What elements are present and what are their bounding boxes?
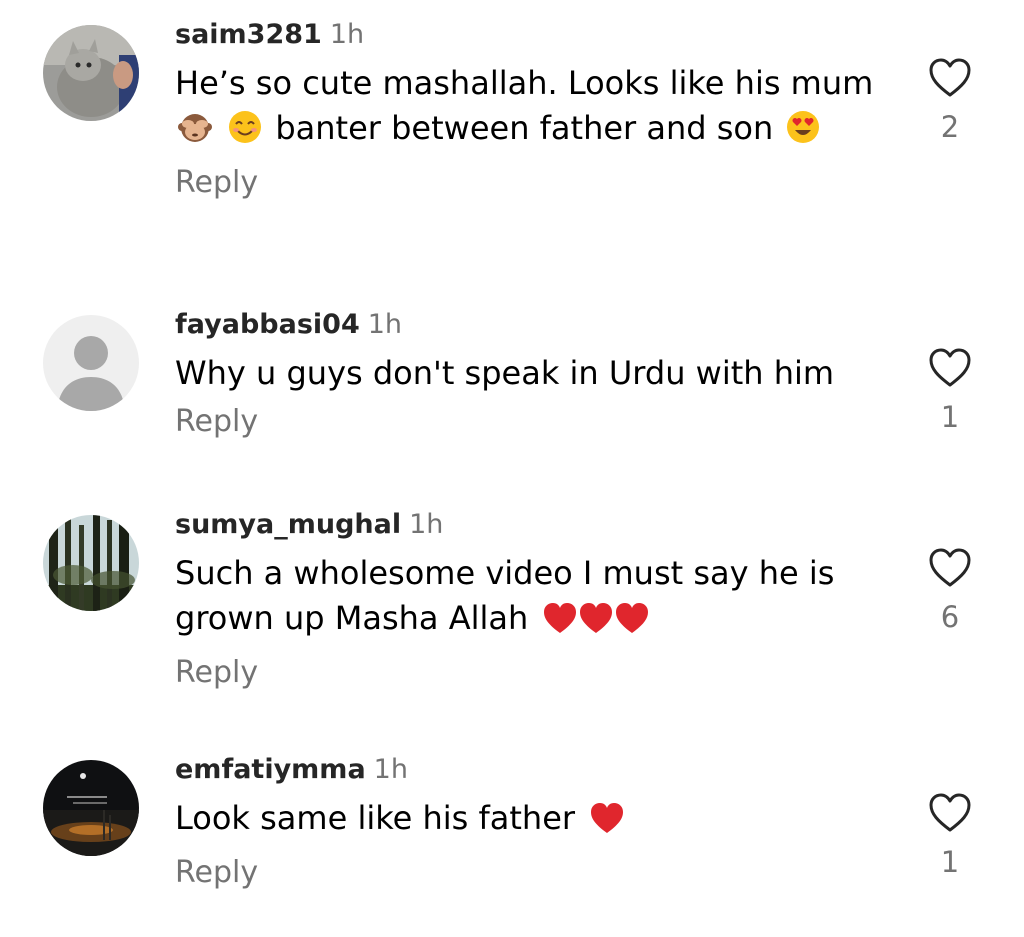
comment-text: Why u guys don't speak in Urdu with him: [175, 351, 895, 396]
avatar[interactable]: [43, 25, 139, 121]
comment-text-part: banter between father and son: [275, 109, 774, 147]
comment-username[interactable]: emfatiymma: [175, 754, 366, 785]
like-count: 2: [940, 110, 960, 144]
comment-text-part: Look same like his father: [175, 799, 576, 837]
forest-photo-icon: [43, 515, 139, 611]
smiling-face-with-heart-eyes-icon: [785, 109, 821, 157]
red-heart-icon: [578, 601, 614, 647]
comment-timestamp: 1h: [373, 754, 408, 785]
like-count: 6: [940, 600, 960, 634]
see-no-evil-monkey-icon: [177, 109, 213, 157]
red-heart-icon: [589, 801, 625, 847]
comment-username[interactable]: sumya_mughal: [175, 509, 401, 540]
like-button[interactable]: 2: [922, 58, 978, 144]
heart-outline-icon: [929, 548, 971, 587]
comment-text: Look same like his father: [175, 796, 895, 847]
comment-text-part: Such a wholesome video I must say he is …: [175, 554, 835, 637]
reply-button[interactable]: Reply: [175, 653, 258, 693]
red-heart-icon: [614, 601, 650, 647]
kitten-photo-icon: [43, 25, 139, 121]
reply-button[interactable]: Reply: [175, 163, 258, 203]
comment-username[interactable]: fayabbasi04: [175, 309, 360, 340]
comment-username[interactable]: saim3281: [175, 19, 322, 50]
comment-text: Such a wholesome video I must say he is …: [175, 551, 895, 647]
smiling-face-with-smiling-eyes-icon: [227, 109, 263, 157]
heart-outline-icon: [929, 793, 971, 832]
like-count: 1: [940, 845, 960, 879]
comment-timestamp: 1h: [329, 19, 365, 50]
red-heart-icon: [542, 601, 578, 647]
default-person-icon: [43, 315, 139, 411]
like-button[interactable]: 1: [922, 793, 978, 879]
heart-outline-icon: [929, 58, 971, 97]
heart-outline-icon: [929, 348, 971, 387]
like-button[interactable]: 6: [922, 548, 978, 634]
reply-button[interactable]: Reply: [175, 853, 258, 893]
avatar[interactable]: [43, 315, 139, 411]
comment-text: He’s so cute mashallah. Looks like his m…: [175, 61, 895, 157]
comment-timestamp: 1h: [367, 309, 403, 340]
comment-text-part: He’s so cute mashallah. Looks like his m…: [175, 64, 874, 102]
avatar[interactable]: [43, 515, 139, 611]
like-count: 1: [940, 400, 960, 434]
comment-text-part: Why u guys don't speak in Urdu with him: [175, 354, 835, 392]
night-sky-photo-icon: [43, 760, 139, 856]
comment-timestamp: 1h: [409, 509, 444, 540]
like-button[interactable]: 1: [922, 348, 978, 434]
avatar[interactable]: [43, 760, 139, 856]
reply-button[interactable]: Reply: [175, 402, 258, 442]
